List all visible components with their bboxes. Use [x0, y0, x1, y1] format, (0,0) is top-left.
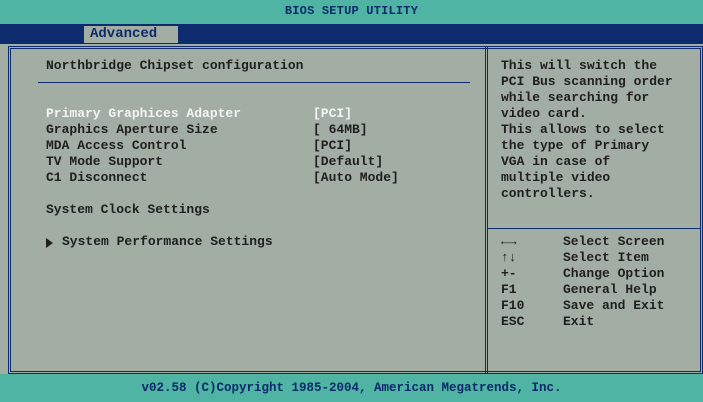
- setting-value-c1-disconnect[interactable]: [Auto Mode]: [313, 170, 399, 186]
- key-plus-minus: +-: [501, 266, 517, 281]
- help-line: video card.: [501, 106, 587, 121]
- setting-value-tv-mode[interactable]: [Default]: [313, 154, 383, 170]
- tab-advanced[interactable]: Advanced: [84, 26, 178, 43]
- section-rule: [38, 82, 470, 83]
- submenu-arrow-icon: [46, 238, 53, 248]
- help-line: the type of Primary: [501, 138, 650, 153]
- help-line: VGA in case of: [501, 154, 611, 169]
- key-desc: Select Item: [563, 250, 649, 265]
- setting-value-mda-access[interactable]: [PCI]: [313, 138, 352, 154]
- submenu-system-performance[interactable]: System Performance Settings: [62, 234, 273, 250]
- setting-value-aperture-size[interactable]: [ 64MB]: [313, 122, 368, 138]
- key-desc: General Help: [563, 282, 657, 297]
- setting-label-primary-graphics[interactable]: Primary Graphices Adapter: [46, 106, 241, 122]
- panel-divider: [485, 46, 486, 374]
- bios-title: BIOS SETUP UTILITY: [284, 4, 419, 18]
- key-left-right-icon: ←→: [501, 234, 517, 249]
- key-up-down-icon: ↑↓: [501, 250, 517, 265]
- setting-label-c1-disconnect[interactable]: C1 Disconnect: [46, 170, 147, 186]
- help-line: This allows to select: [501, 122, 665, 137]
- section-title: Northbridge Chipset configuration: [46, 58, 304, 73]
- help-line: while searching for: [501, 90, 650, 105]
- setting-value-primary-graphics[interactable]: [PCI]: [313, 106, 352, 122]
- key-f1: F1: [501, 282, 517, 297]
- help-rule: [488, 228, 701, 229]
- setting-label-mda-access[interactable]: MDA Access Control: [46, 138, 186, 154]
- setting-label-tv-mode[interactable]: TV Mode Support: [46, 154, 163, 170]
- help-line: PCI Bus scanning order: [501, 74, 673, 89]
- key-desc: Exit: [563, 314, 595, 329]
- help-line: controllers.: [501, 186, 595, 201]
- bios-screen: BIOS SETUP UTILITY Advanced Northbridge …: [0, 0, 703, 402]
- setting-label-aperture-size[interactable]: Graphics Aperture Size: [46, 122, 218, 138]
- clock-settings-label: System Clock Settings: [46, 202, 210, 217]
- help-line: This will switch the: [501, 58, 658, 73]
- key-desc: Select Screen: [563, 234, 665, 249]
- key-f10: F10: [501, 298, 525, 313]
- key-desc: Save and Exit: [563, 298, 665, 313]
- copyright-text: v02.58 (C)Copyright 1985-2004, American …: [141, 381, 562, 395]
- key-desc: Change Option: [563, 266, 665, 281]
- panel-divider-inner: [487, 46, 488, 374]
- key-esc: ESC: [501, 314, 525, 329]
- help-line: multiple video: [501, 170, 611, 185]
